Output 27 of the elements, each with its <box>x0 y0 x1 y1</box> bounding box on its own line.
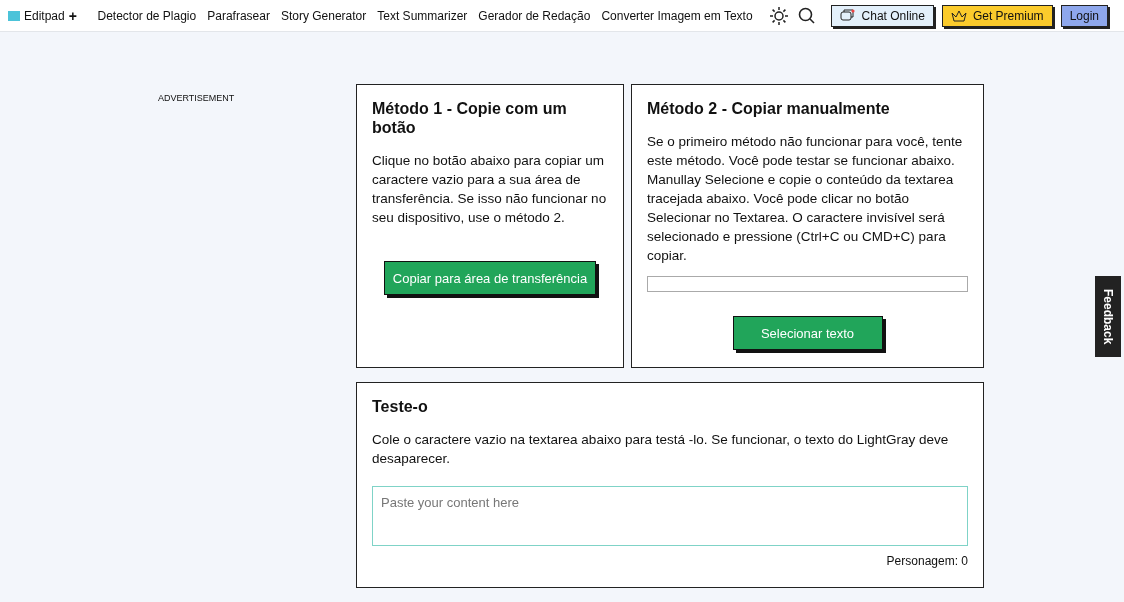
card-text: Se o primeiro método não funcionar para você, tente este método. Você pode testar se funcionar abaixo. Manullay Selecione e copie o conteúdo da textarea tracejada abaixo. Você pode clicar no botão Selecionar no Textarea. O caractere invisível será selecionado e pressione (Ctrl+C ou CMD+C) para copiar. <box>647 133 964 265</box>
card-title: Método 2 - Copiar manualmente <box>647 99 891 118</box>
nav-link[interactable]: Converter Imagem em Texto <box>601 8 753 23</box>
character-counter: Personagem: 0 <box>886 554 968 568</box>
card-title: Teste-o <box>372 397 429 416</box>
plus-icon[interactable]: + <box>68 7 77 24</box>
card-text: Cole o caractere vazio na textarea abaixo para testá -lo. Se funcionar, o texto do LightGray deve desaparecer. <box>372 431 950 468</box>
nav-link[interactable]: Detector de Plagio <box>97 8 197 23</box>
feedback-tab[interactable]: Feedback <box>1095 276 1121 357</box>
chat-button[interactable]: Chat Online <box>830 4 934 27</box>
advertisement-label: ADVERTISEMENT <box>158 93 235 103</box>
search-icon[interactable] <box>797 7 815 24</box>
logo-icon <box>8 10 20 21</box>
nav-link[interactable]: Story Generator <box>280 8 367 23</box>
logo-text[interactable]: Editpad <box>24 8 65 23</box>
input-field[interactable] <box>647 276 968 292</box>
chat-icon <box>839 8 856 23</box>
nav-link[interactable]: Text Summarizer <box>377 8 468 23</box>
premium-button[interactable]: Get Premium <box>941 4 1053 27</box>
nav-link[interactable]: Parafrasear <box>207 8 270 23</box>
crown-icon <box>950 9 967 22</box>
card-text: Clique no botão abaixo para copiar um caractere vazio para a sua área de transferência. Se isso não funcionar no seu dispositivo, use o método 2. <box>372 152 608 227</box>
nav-link[interactable]: Gerador de Redação <box>478 8 591 23</box>
paste-textarea[interactable]: Paste your content here <box>372 486 968 546</box>
sun-icon[interactable] <box>768 5 789 26</box>
login-button[interactable]: Login <box>1060 4 1108 27</box>
card-title: Método 1 - Copie com um botão <box>372 99 568 137</box>
